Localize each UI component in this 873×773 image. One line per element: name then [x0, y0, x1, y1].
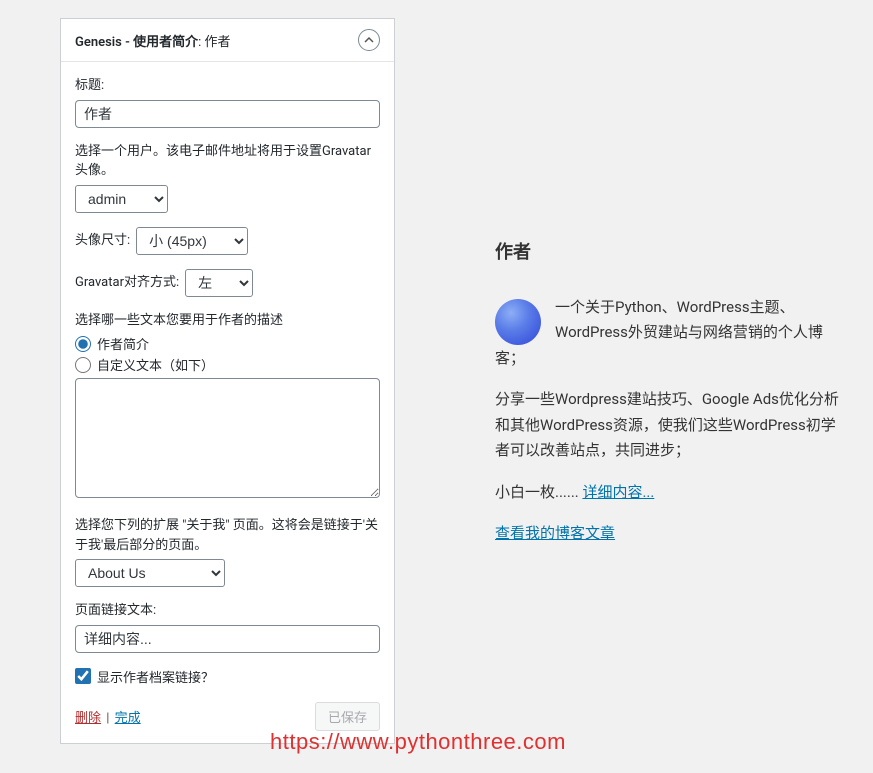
widget-footer: 删除 | 完成 已保存: [75, 698, 380, 731]
separator: |: [106, 711, 109, 726]
preview-area: 作者 一个关于Python、WordPress主题、WordPress外贸建站与…: [495, 238, 845, 563]
radio-bio[interactable]: [75, 336, 91, 352]
user-label: 选择一个用户。该电子邮件地址将用于设置Gravatar头像。: [75, 142, 380, 181]
gravatar-align-select[interactable]: 左: [185, 269, 253, 297]
gravatar-align-label: Gravatar对齐方式:: [75, 273, 179, 293]
collapse-toggle-button[interactable]: [358, 29, 380, 51]
page-select[interactable]: About Us: [75, 559, 225, 587]
widget-panel: Genesis - 使用者简介: 作者 标题: 选择一个用户。该电子邮件地址将用…: [60, 18, 395, 744]
show-archive-label: 显示作者档案链接？: [97, 667, 214, 686]
more-link[interactable]: 详细内容...: [582, 483, 654, 501]
link-text-input[interactable]: [75, 625, 380, 653]
user-select[interactable]: admin: [75, 185, 168, 213]
archive-link[interactable]: 查看我的博客文章: [495, 524, 615, 542]
title-input[interactable]: [75, 100, 380, 128]
show-archive-checkbox[interactable]: [75, 668, 91, 684]
radio-custom-label: 自定义文本（如下）: [97, 355, 214, 374]
avatar-size-label: 头像尺寸:: [75, 231, 130, 251]
page-label: 选择您下列的扩展 "关于我" 页面。这将会是链接于'关于我'最后部分的页面。: [75, 516, 380, 555]
saved-button: 已保存: [315, 702, 380, 731]
delete-link[interactable]: 删除: [75, 711, 101, 726]
avatar: [495, 299, 541, 345]
desc-label: 选择哪一些文本您要用于作者的描述: [75, 311, 380, 331]
preview-paragraph-3: 小白一枚...... 详细内容...: [495, 480, 845, 506]
widget-header[interactable]: Genesis - 使用者简介: 作者: [61, 19, 394, 62]
watermark: https://www.pythonthree.com: [270, 729, 566, 755]
radio-bio-label: 作者简介: [97, 334, 149, 353]
widget-title: Genesis - 使用者简介: 作者: [75, 31, 230, 50]
title-label: 标题:: [75, 76, 380, 96]
widget-body: 标题: 选择一个用户。该电子邮件地址将用于设置Gravatar头像。 admin…: [61, 62, 394, 743]
avatar-size-select[interactable]: 小 (45px): [136, 227, 248, 255]
custom-text-textarea[interactable]: [75, 378, 380, 498]
preview-paragraph-2: 分享一些Wordpress建站技巧、Google Ads优化分析和其他WordP…: [495, 387, 845, 464]
done-link[interactable]: 完成: [115, 711, 141, 726]
preview-title: 作者: [495, 238, 845, 269]
preview-paragraph-1: 一个关于Python、WordPress主题、WordPress外贸建站与网络营…: [495, 295, 845, 372]
radio-custom[interactable]: [75, 357, 91, 373]
chevron-up-icon: [364, 35, 374, 45]
link-text-label: 页面链接文本:: [75, 601, 380, 621]
